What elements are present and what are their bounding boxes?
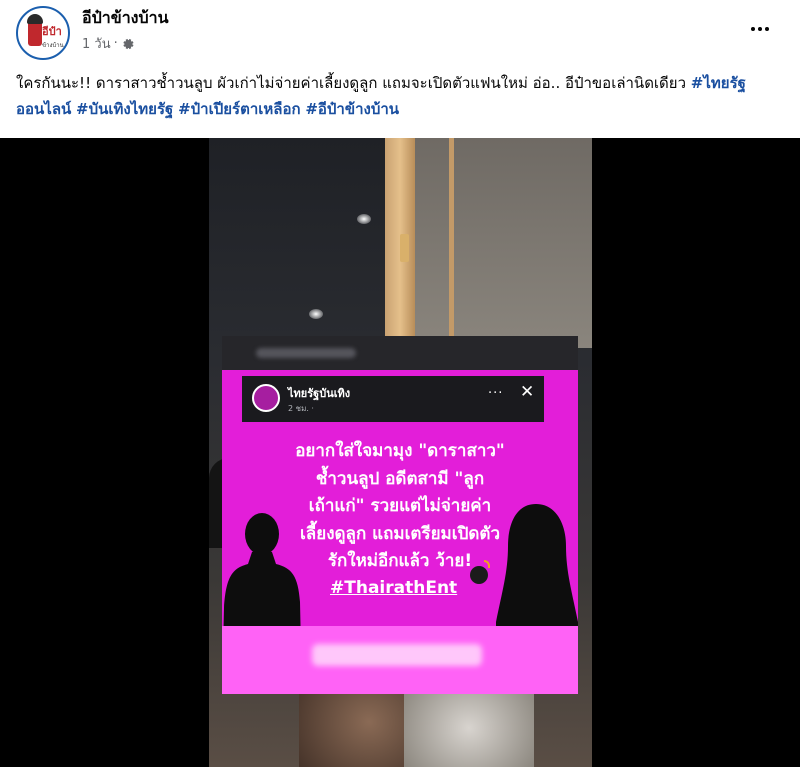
headline-line: เถ้าแก่" รวยแต่ไม่จ่ายค่า <box>308 496 492 516</box>
background-door-strip <box>449 138 454 338</box>
page-name-link[interactable]: อีป๋าข้างบ้าน <box>82 6 169 31</box>
inner-post-timestamp: 2 ชม. · <box>288 404 314 413</box>
avatar-character-hat <box>27 14 43 24</box>
more-options-icon <box>751 27 755 31</box>
blurred-hashtag-band <box>222 626 578 694</box>
headline: อยากใส่ใจมามุง "ดาราสาว" ช้ำวนลูป อดีตสา… <box>232 438 568 576</box>
page-avatar[interactable]: อีป๋า ข้างบ้าน <box>16 6 70 60</box>
close-icon: ✕ <box>520 382 535 402</box>
inner-page-name: ไทยรัฐบันเทิง <box>288 387 351 400</box>
headline-hashtag: #ThairathEnt <box>330 578 458 598</box>
gear-icon[interactable] <box>121 37 135 51</box>
caption-text: ใครกันนะ!! ดาราสาวช้ำวนลูบ ผัวเก่าไม่จ่า… <box>16 74 691 92</box>
inner-page-avatar <box>252 384 280 412</box>
headline-line: อยากใส่ใจมามุง "ดาราสาว" <box>295 441 505 461</box>
blurred-topbar-text <box>256 348 356 358</box>
bomb-icon <box>470 566 488 584</box>
avatar-logo-text: อีป๋า <box>42 25 62 38</box>
more-options-icon-dot <box>765 27 769 31</box>
avatar-logo: อีป๋า ข้างบ้าน <box>22 12 64 54</box>
ceiling-light <box>309 309 323 319</box>
headline-line: เลี้ยงดูลูก แถมเตรียมเปิดตัว <box>300 523 500 544</box>
post-caption: ใครกันนะ!! ดาราสาวช้ำวนลูบ ผัวเก่าไม่จ่า… <box>16 70 786 122</box>
post-header: อีป๋า ข้างบ้าน อีป๋าข้างบ้าน 1 วัน · <box>0 0 800 62</box>
post-media[interactable]: ไทยรัฐบันเทิง 2 ชม. · ··· ✕ อยากใส่ใจมาม… <box>0 138 800 767</box>
ceiling-light <box>357 214 371 224</box>
background-person-clothing <box>404 688 534 767</box>
card-topbar <box>222 336 578 370</box>
headline-line: รักใหม่อีกแล้ว ว้าย! <box>327 551 473 571</box>
post-meta: 1 วัน · <box>82 33 135 54</box>
background-door-handle <box>400 234 409 262</box>
hashtag-link[interactable]: #บันเทิงไทยรัฐ <box>76 100 173 118</box>
meta-separator: · <box>113 36 118 51</box>
inner-post-header: ไทยรัฐบันเทิง 2 ชม. · ··· ✕ <box>242 376 544 422</box>
more-options-icon: ··· <box>488 386 504 401</box>
avatar-logo-subtext: ข้างบ้าน <box>42 42 64 49</box>
more-options-icon-dot <box>758 27 762 31</box>
more-options-button[interactable] <box>744 15 776 43</box>
post-timestamp[interactable]: 1 วัน <box>82 33 111 54</box>
screenshot-card: ไทยรัฐบันเทิง 2 ชม. · ··· ✕ อยากใส่ใจมาม… <box>222 336 578 694</box>
blurred-text <box>312 644 482 666</box>
headline-line: ช้ำวนลูป อดีตสามี "ลูก <box>315 468 485 489</box>
hashtag-link[interactable]: #ป๋าเปียร์ตาเหลือก <box>178 100 300 118</box>
background-wall <box>414 138 592 348</box>
hashtag-link[interactable]: #อีป๋าข้างบ้าน <box>305 100 399 118</box>
